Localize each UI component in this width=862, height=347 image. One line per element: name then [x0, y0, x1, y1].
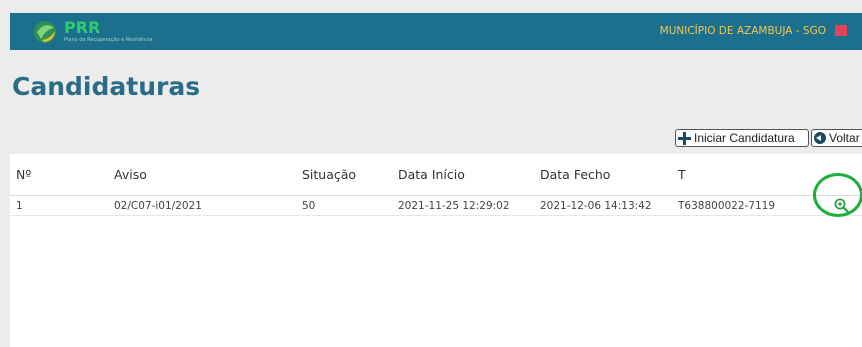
- cell-t: T638800022-7119: [678, 200, 776, 212]
- highlight-circle: [813, 173, 862, 217]
- column-header-aviso[interactable]: Aviso: [114, 167, 147, 182]
- cell-number: 1: [16, 200, 23, 212]
- column-header-situacao[interactable]: Situação: [302, 167, 356, 182]
- start-application-label: Iniciar Candidatura: [694, 131, 795, 145]
- prr-logo[interactable]: PRR Plano de Recuperação e Resiliência: [32, 18, 152, 47]
- back-label: Voltar: [829, 131, 860, 145]
- page-title: Candidaturas: [12, 72, 201, 101]
- plus-icon: [678, 131, 691, 145]
- back-circle-icon: [814, 132, 826, 144]
- applications-table: Nº Aviso Situação Data Início Data Fecho…: [10, 154, 862, 347]
- cell-data-inicio: 2021-11-25 12:29:02: [398, 200, 510, 212]
- column-header-number[interactable]: Nº: [16, 167, 31, 182]
- column-header-t[interactable]: T: [678, 167, 686, 182]
- start-application-button[interactable]: Iniciar Candidatura: [675, 129, 809, 147]
- logo-subtitle: Plano de Recuperação e Resiliência: [64, 37, 153, 43]
- row-divider: [10, 215, 862, 216]
- flag-icon[interactable]: [835, 25, 847, 36]
- column-header-data-fecho[interactable]: Data Fecho: [540, 167, 610, 182]
- back-button[interactable]: Voltar: [811, 129, 862, 147]
- column-header-data-inicio[interactable]: Data Início: [398, 167, 465, 182]
- top-bar: PRR Plano de Recuperação e Resiliência M…: [10, 13, 862, 50]
- header-divider: [10, 195, 862, 196]
- cell-data-fecho: 2021-12-06 14:13:42: [540, 200, 652, 212]
- entity-name[interactable]: MUNICÍPIO DE AZAMBUJA - SGO: [660, 25, 826, 37]
- prr-logo-icon: [34, 21, 56, 43]
- cell-situacao: 50: [302, 200, 316, 212]
- cell-aviso: 02/C07-i01/2021: [114, 200, 202, 212]
- logo-text: PRR: [64, 18, 101, 37]
